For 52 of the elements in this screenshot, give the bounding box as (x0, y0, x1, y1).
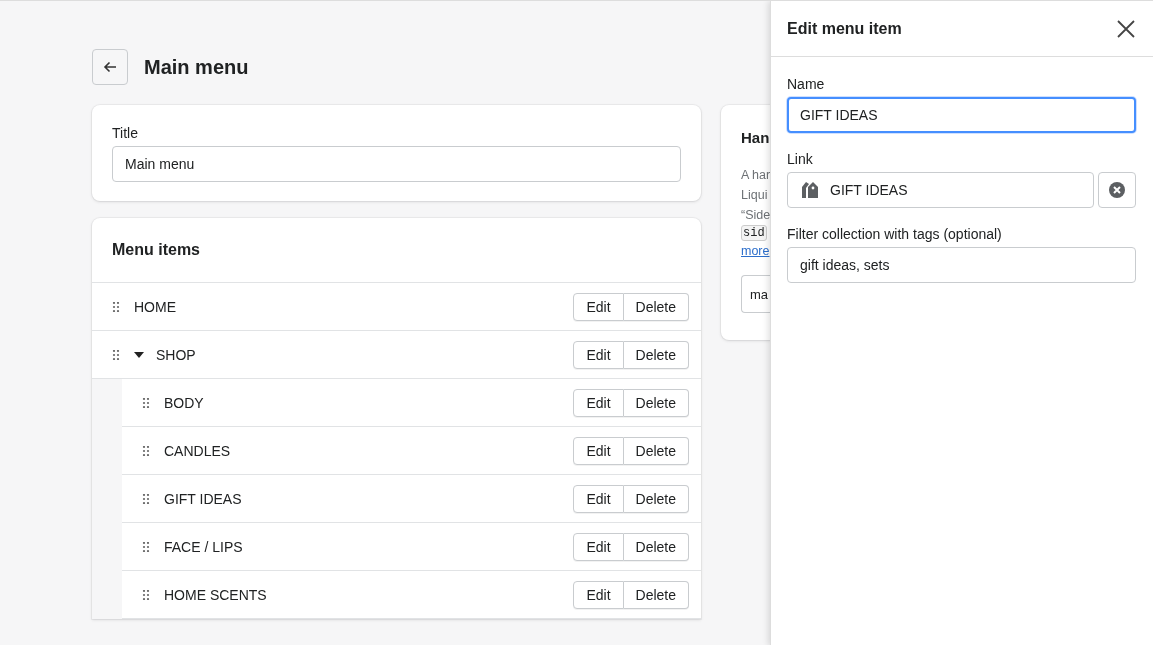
page-title: Main menu (144, 55, 249, 79)
clear-icon (1108, 181, 1126, 199)
drag-handle-icon[interactable] (142, 445, 150, 456)
caret-icon[interactable] (134, 351, 144, 358)
menu-item-label: BODY (164, 394, 205, 411)
delete-button[interactable]: Delete (623, 292, 689, 321)
panel-title: Edit menu item (787, 19, 902, 38)
delete-button[interactable]: Delete (623, 340, 689, 369)
delete-button[interactable]: Delete (623, 580, 689, 609)
edit-button[interactable]: Edit (573, 388, 624, 417)
back-button[interactable] (92, 49, 128, 85)
drag-handle-icon[interactable] (142, 589, 150, 600)
back-arrow-icon (102, 59, 118, 75)
tags-field[interactable]: gift ideas, sets (787, 247, 1136, 283)
close-button[interactable] (1117, 19, 1135, 38)
edit-button[interactable]: Edit (573, 292, 624, 321)
link-field[interactable]: GIFT IDEAS (787, 172, 1094, 208)
edit-button[interactable]: Edit (573, 484, 624, 513)
menu-item-label: CANDLES (164, 442, 232, 459)
help-text: Liqui (741, 187, 768, 204)
field-label: Filter collection with tags (optional) (787, 226, 1003, 242)
drag-handle-icon[interactable] (112, 349, 120, 360)
menu-item-label: HOME SCENTS (164, 586, 268, 603)
delete-button[interactable]: Delete (623, 388, 689, 417)
clear-button[interactable] (1098, 172, 1136, 208)
field-label: Name (787, 76, 826, 92)
delete-button[interactable]: Delete (623, 436, 689, 465)
edit-button[interactable]: Edit (573, 340, 624, 369)
field-label: Title (112, 125, 139, 141)
help-text: A har (741, 167, 771, 184)
code-snippet: sid (741, 225, 767, 241)
close-icon (1117, 19, 1135, 38)
tags-icon (800, 180, 820, 200)
menu-item-label: HOME (134, 298, 177, 315)
menu-item-label: GIFT IDEAS (164, 490, 243, 507)
drag-handle-icon[interactable] (142, 397, 150, 408)
title-field[interactable]: Main menu (112, 146, 681, 182)
help-text: “Side (741, 207, 771, 224)
edit-button[interactable]: Edit (573, 532, 624, 561)
delete-button[interactable]: Delete (623, 484, 689, 513)
edit-button[interactable]: Edit (573, 436, 624, 465)
edit-button[interactable]: Edit (573, 580, 624, 609)
delete-button[interactable]: Delete (623, 532, 689, 561)
field-label: Link (787, 151, 814, 167)
drag-handle-icon[interactable] (112, 301, 120, 312)
drag-handle-icon[interactable] (142, 541, 150, 552)
card-heading: Han (741, 129, 770, 146)
menu-item-label: SHOP (156, 346, 197, 363)
name-field[interactable]: GIFT IDEAS (787, 97, 1136, 133)
menu-item-label: FACE / LIPS (164, 538, 244, 555)
drag-handle-icon[interactable] (142, 493, 150, 504)
learn-more-link[interactable]: more (741, 241, 770, 261)
